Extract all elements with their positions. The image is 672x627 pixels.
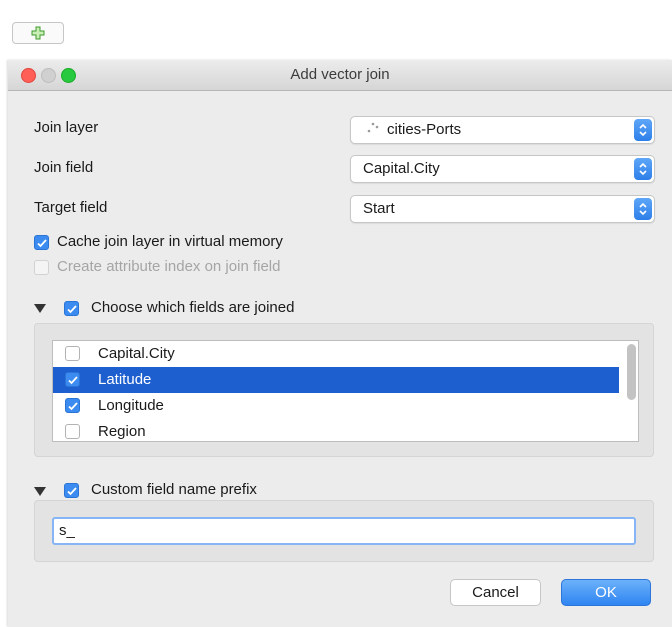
target-field-chevron-icon [634, 198, 652, 220]
target-field-label: Target field [34, 199, 108, 216]
prefix-group-checkbox[interactable] [64, 483, 79, 498]
cache-join-label: Cache join layer in virtual memory [57, 233, 283, 250]
list-item[interactable]: Latitude [53, 367, 619, 393]
fields-group-collapse-icon[interactable] [34, 304, 46, 313]
cancel-button[interactable]: Cancel [450, 579, 541, 606]
field-label: Capital.City [98, 345, 175, 362]
field-checkbox[interactable] [65, 372, 80, 387]
join-layer-label: Join layer [34, 119, 99, 136]
join-field-chevron-icon [634, 158, 652, 180]
join-layer-chevron-icon [634, 119, 652, 141]
join-field-value: Capital.City [363, 160, 440, 177]
fields-list[interactable]: Capital.City Latitude Longitude Region [52, 340, 639, 442]
field-label: Longitude [98, 397, 164, 414]
join-field-label: Join field [34, 159, 94, 176]
ok-button[interactable]: OK [561, 579, 651, 606]
target-field-combo[interactable]: Start [350, 195, 655, 223]
attribute-index-label: Create attribute index on join field [57, 258, 281, 275]
join-layer-combo[interactable]: cities-Ports [350, 116, 655, 144]
list-item[interactable]: Longitude [53, 393, 619, 419]
list-item[interactable]: Region [53, 419, 619, 441]
prefix-value: s_ [59, 522, 75, 539]
field-label: Latitude [98, 371, 152, 388]
cache-join-checkbox[interactable] [34, 235, 49, 250]
point-layer-icon [367, 122, 379, 133]
plus-icon [31, 26, 45, 40]
title-bar: Add vector join [8, 60, 672, 91]
window-title: Add vector join [290, 66, 390, 83]
fields-group-box: Capital.City Latitude Longitude Region [34, 323, 654, 457]
list-item[interactable]: Capital.City [53, 341, 619, 367]
target-field-value: Start [363, 200, 395, 217]
join-field-combo[interactable]: Capital.City [350, 155, 655, 183]
prefix-input[interactable]: s_ [52, 517, 636, 545]
list-scrollbar[interactable] [627, 344, 636, 400]
field-checkbox[interactable] [65, 424, 80, 439]
join-layer-value: cities-Ports [387, 121, 462, 138]
prefix-group-title: Custom field name prefix [91, 481, 257, 498]
add-vector-join-dialog: Add vector join Join layer cities-Ports … [8, 60, 672, 627]
fields-group-title: Choose which fields are joined [91, 299, 295, 316]
prefix-group-collapse-icon[interactable] [34, 487, 46, 496]
fields-group-checkbox[interactable] [64, 301, 79, 316]
prefix-group-box: s_ [34, 500, 654, 562]
field-checkbox[interactable] [65, 346, 80, 361]
add-join-button[interactable] [12, 22, 64, 44]
field-label: Region [98, 423, 146, 440]
field-checkbox[interactable] [65, 398, 80, 413]
attribute-index-checkbox[interactable] [34, 260, 49, 275]
